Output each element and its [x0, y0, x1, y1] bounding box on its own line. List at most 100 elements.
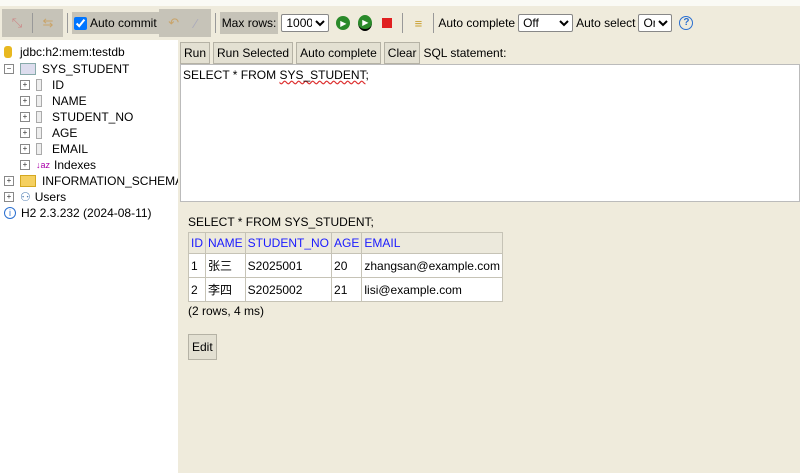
- users-label: Users: [34, 190, 67, 204]
- column-label: EMAIL: [52, 142, 89, 156]
- sql-statement-label: SQL statement:: [423, 46, 507, 60]
- connection-group: ⤡ ⇆: [2, 9, 63, 37]
- version-node: i H2 2.3.232 (2024-08-11): [4, 205, 152, 221]
- cell: 1: [188, 253, 206, 278]
- table-row: 2 李四 S2025002 21 lisi@example.com: [188, 277, 503, 302]
- max-rows-select[interactable]: 1000: [281, 14, 330, 32]
- column-header[interactable]: NAME: [205, 232, 246, 254]
- connection-label: jdbc:h2:mem:testdb: [20, 45, 125, 59]
- sql-table-name: SYS_STUDENT: [279, 68, 366, 82]
- database-icon: [4, 46, 12, 58]
- indexes-node[interactable]: + ↓az Indexes: [20, 157, 96, 173]
- auto-complete-button[interactable]: Auto complete: [296, 42, 381, 64]
- auto-commit-checkbox[interactable]: [74, 16, 87, 30]
- result-summary: (2 rows, 4 ms): [188, 304, 265, 318]
- cell: 李四: [205, 277, 246, 302]
- auto-select-select[interactable]: On: [638, 14, 673, 32]
- auto-commit-label: Auto commit: [90, 16, 157, 30]
- main-panel: Run Run Selected Auto complete Clear SQL…: [178, 40, 800, 473]
- column-node[interactable]: + STUDENT_NO: [20, 109, 133, 125]
- clear-button[interactable]: Clear: [383, 42, 421, 64]
- column-icon: [36, 79, 42, 91]
- table-label: SYS_STUDENT: [42, 62, 130, 76]
- column-node[interactable]: + EMAIL: [20, 141, 88, 157]
- result-table: ID NAME STUDENT_NO AGE EMAIL 1 张三 S20250…: [188, 232, 503, 302]
- refresh-icon[interactable]: ⇆: [37, 12, 59, 34]
- stop-icon[interactable]: [382, 18, 393, 28]
- cell: 21: [331, 277, 363, 302]
- cell: zhangsan@example.com: [361, 253, 503, 278]
- info-icon: i: [4, 207, 16, 219]
- indexes-label: Indexes: [54, 158, 97, 172]
- column-node[interactable]: + NAME: [20, 93, 87, 109]
- expand-icon[interactable]: +: [20, 96, 30, 106]
- schema-tree: jdbc:h2:mem:testdb − SYS_STUDENT + ID + NAM…: [0, 40, 183, 473]
- folder-icon: [20, 175, 36, 187]
- expand-icon[interactable]: +: [4, 176, 14, 186]
- separator: [402, 13, 404, 33]
- sql-text: SELECT * FROM: [183, 68, 280, 82]
- column-icon: [36, 143, 42, 155]
- column-icon: [36, 95, 42, 107]
- column-icon: [36, 111, 42, 123]
- connection-node[interactable]: jdbc:h2:mem:testdb: [4, 44, 125, 60]
- cell: 2: [188, 277, 206, 302]
- toolbar: ⤡ ⇆ Auto commit ↶ ∕ Max rows: 1000 ▶ ▶ ≡…: [0, 0, 800, 40]
- column-icon: [36, 127, 42, 139]
- schema-label: INFORMATION_SCHEMA: [42, 174, 184, 188]
- expand-icon[interactable]: +: [20, 144, 30, 154]
- auto-complete-select[interactable]: Off: [518, 14, 574, 32]
- column-label: NAME: [52, 94, 87, 108]
- auto-select-label: Auto select: [576, 16, 636, 30]
- expand-icon[interactable]: +: [20, 128, 30, 138]
- expand-icon[interactable]: +: [20, 80, 30, 90]
- table-row: 1 张三 S2025001 20 zhangsan@example.com: [188, 253, 503, 278]
- edit-button[interactable]: Edit: [188, 334, 217, 360]
- version-label: H2 2.3.232 (2024-08-11): [21, 206, 152, 220]
- cell: 张三: [205, 253, 246, 278]
- cell: S2025001: [244, 253, 333, 278]
- column-header[interactable]: AGE: [331, 232, 363, 254]
- rollback-icon[interactable]: ↶: [163, 12, 185, 34]
- column-header[interactable]: ID: [188, 232, 206, 254]
- editor-buttons: Run Run Selected Auto complete Clear SQL…: [180, 42, 506, 64]
- column-node[interactable]: + AGE: [20, 125, 77, 141]
- history-icon[interactable]: ≡: [407, 12, 429, 34]
- table-node[interactable]: − SYS_STUDENT: [4, 61, 129, 77]
- result-panel: SELECT * FROM SYS_STUDENT; ID NAME STUDE…: [188, 215, 503, 360]
- collapse-icon[interactable]: −: [4, 64, 14, 74]
- commit-icon[interactable]: ∕: [185, 12, 207, 34]
- run-icon[interactable]: ▶: [336, 16, 351, 30]
- help-icon[interactable]: ?: [679, 16, 694, 30]
- sql-text-end: ;: [365, 68, 369, 82]
- run-selected-button[interactable]: Run Selected: [213, 42, 294, 64]
- max-rows-label: Max rows:: [219, 12, 279, 34]
- column-header[interactable]: STUDENT_NO: [244, 232, 333, 254]
- run-button[interactable]: Run: [180, 42, 211, 64]
- separator: [67, 13, 68, 33]
- column-label: ID: [52, 78, 64, 92]
- result-query: SELECT * FROM SYS_STUDENT;: [188, 215, 374, 229]
- expand-icon[interactable]: +: [4, 192, 14, 202]
- column-label: STUDENT_NO: [52, 110, 134, 124]
- separator: [32, 13, 33, 33]
- column-header[interactable]: EMAIL: [361, 232, 503, 254]
- cell: 20: [331, 253, 363, 278]
- users-node[interactable]: + ⚇ Users: [4, 189, 66, 205]
- disconnect-icon[interactable]: ⤡: [6, 12, 28, 34]
- cell: lisi@example.com: [361, 277, 503, 302]
- indexes-icon: ↓az: [36, 160, 51, 170]
- transaction-group: ↶ ∕: [158, 9, 211, 37]
- schema-node[interactable]: + INFORMATION_SCHEMA: [4, 173, 183, 189]
- header-row: ID NAME STUDENT_NO AGE EMAIL: [188, 232, 503, 254]
- expand-icon[interactable]: +: [20, 112, 30, 122]
- column-node[interactable]: + ID: [20, 77, 64, 93]
- expand-icon[interactable]: +: [20, 160, 30, 170]
- auto-commit-toggle[interactable]: Auto commit: [72, 12, 159, 34]
- separator: [433, 13, 435, 33]
- auto-complete-label: Auto complete: [438, 16, 516, 30]
- run-selected-icon[interactable]: ▶: [358, 15, 373, 31]
- separator: [214, 13, 216, 33]
- sql-input[interactable]: SELECT * FROM SYS_STUDENT;: [180, 64, 800, 202]
- table-icon: [20, 63, 36, 75]
